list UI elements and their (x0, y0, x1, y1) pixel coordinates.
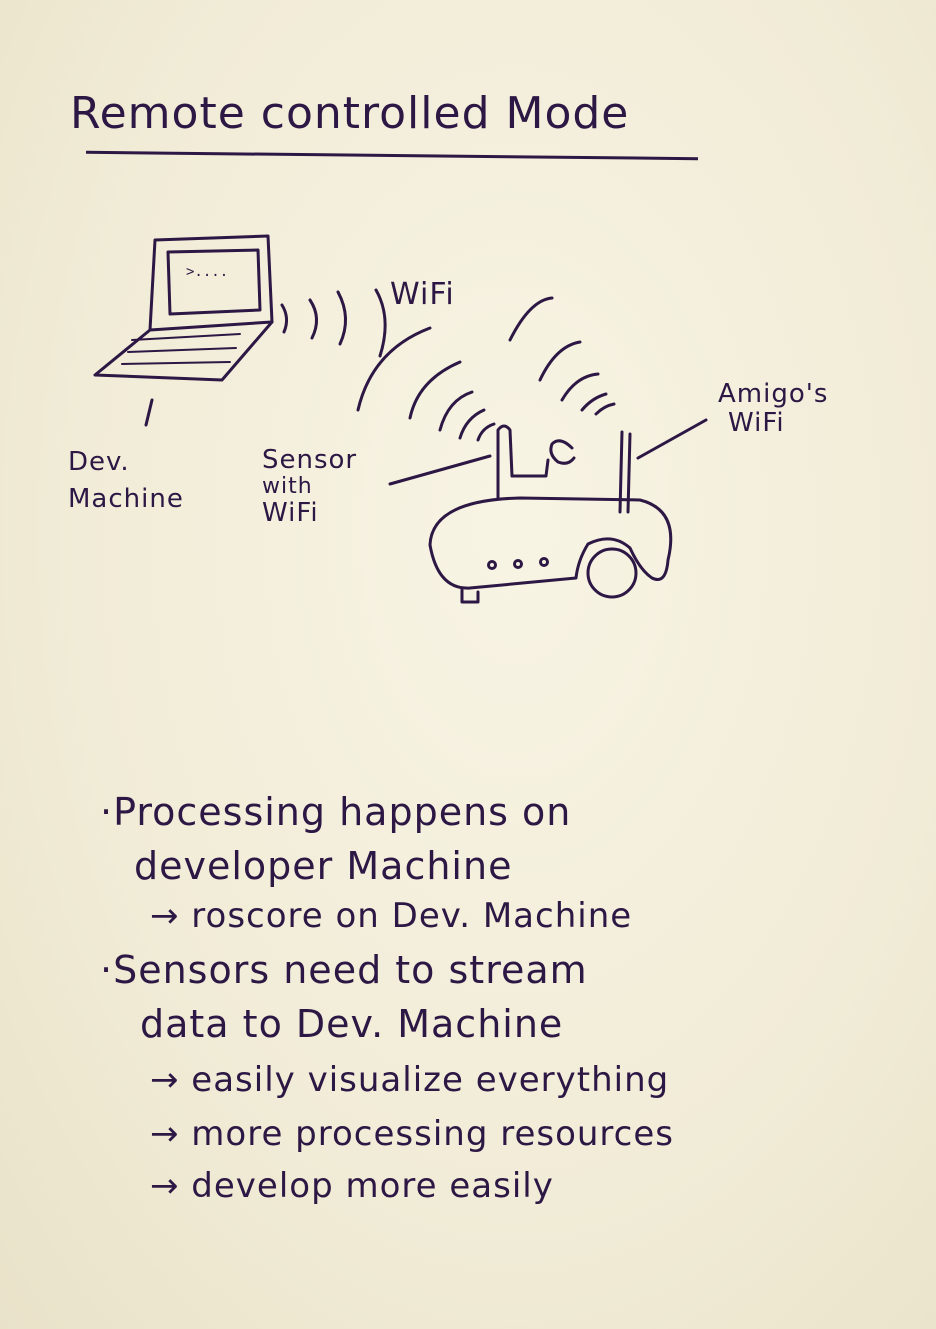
sensor-pointer (388, 454, 492, 486)
wifi-label: WiFi (390, 277, 455, 312)
sensor-label-line: with (262, 473, 313, 499)
bullet-1: ·Processing happens on (100, 790, 572, 834)
dev-machine-pointer (144, 398, 154, 427)
dev-machine-label-line: Machine (68, 483, 184, 514)
amigo-wifi-pointer (636, 418, 708, 460)
bullet-1-line-1: Processing happens on (113, 790, 572, 834)
dev-machine-label: Dev. Machine (68, 448, 184, 513)
sensor-label-line: Sensor (262, 445, 358, 475)
bullet-2-line-2: data to Dev. Machine (140, 1002, 564, 1046)
bullet-2: ·Sensors need to stream (100, 948, 588, 992)
bullet-1-sub: → roscore on Dev. Machine (150, 896, 633, 936)
sensor-wifi-waves-icon (356, 326, 496, 442)
bullet-2-line-1: Sensors need to stream (113, 948, 588, 992)
robot-wifi-waves-icon (508, 296, 616, 416)
laptop-icon (93, 234, 274, 382)
bullet-2-sub: → develop more easily (150, 1166, 554, 1206)
robot-body-icon (428, 496, 673, 604)
amigo-wifi-label-line: Amigo's (718, 379, 829, 409)
terminal-prompt: >.... (186, 264, 228, 280)
laptop-wifi-waves-icon (280, 288, 387, 358)
bullet-2-sub: → more processing resources (150, 1114, 674, 1154)
amigo-wifi-label: Amigo's WiFi (718, 380, 828, 437)
bullet-1-line-2: developer Machine (134, 844, 513, 888)
sensor-icon (496, 424, 576, 500)
sensor-label-line: WiFi (262, 497, 319, 528)
network-diagram: >.... (93, 234, 708, 604)
bullet-2-sub: → easily visualize everything (150, 1060, 670, 1100)
amigo-wifi-label-line: WiFi (728, 407, 785, 438)
sensor-label: Sensor with WiFi (262, 446, 357, 527)
dev-machine-label-line: Dev. (68, 447, 130, 477)
